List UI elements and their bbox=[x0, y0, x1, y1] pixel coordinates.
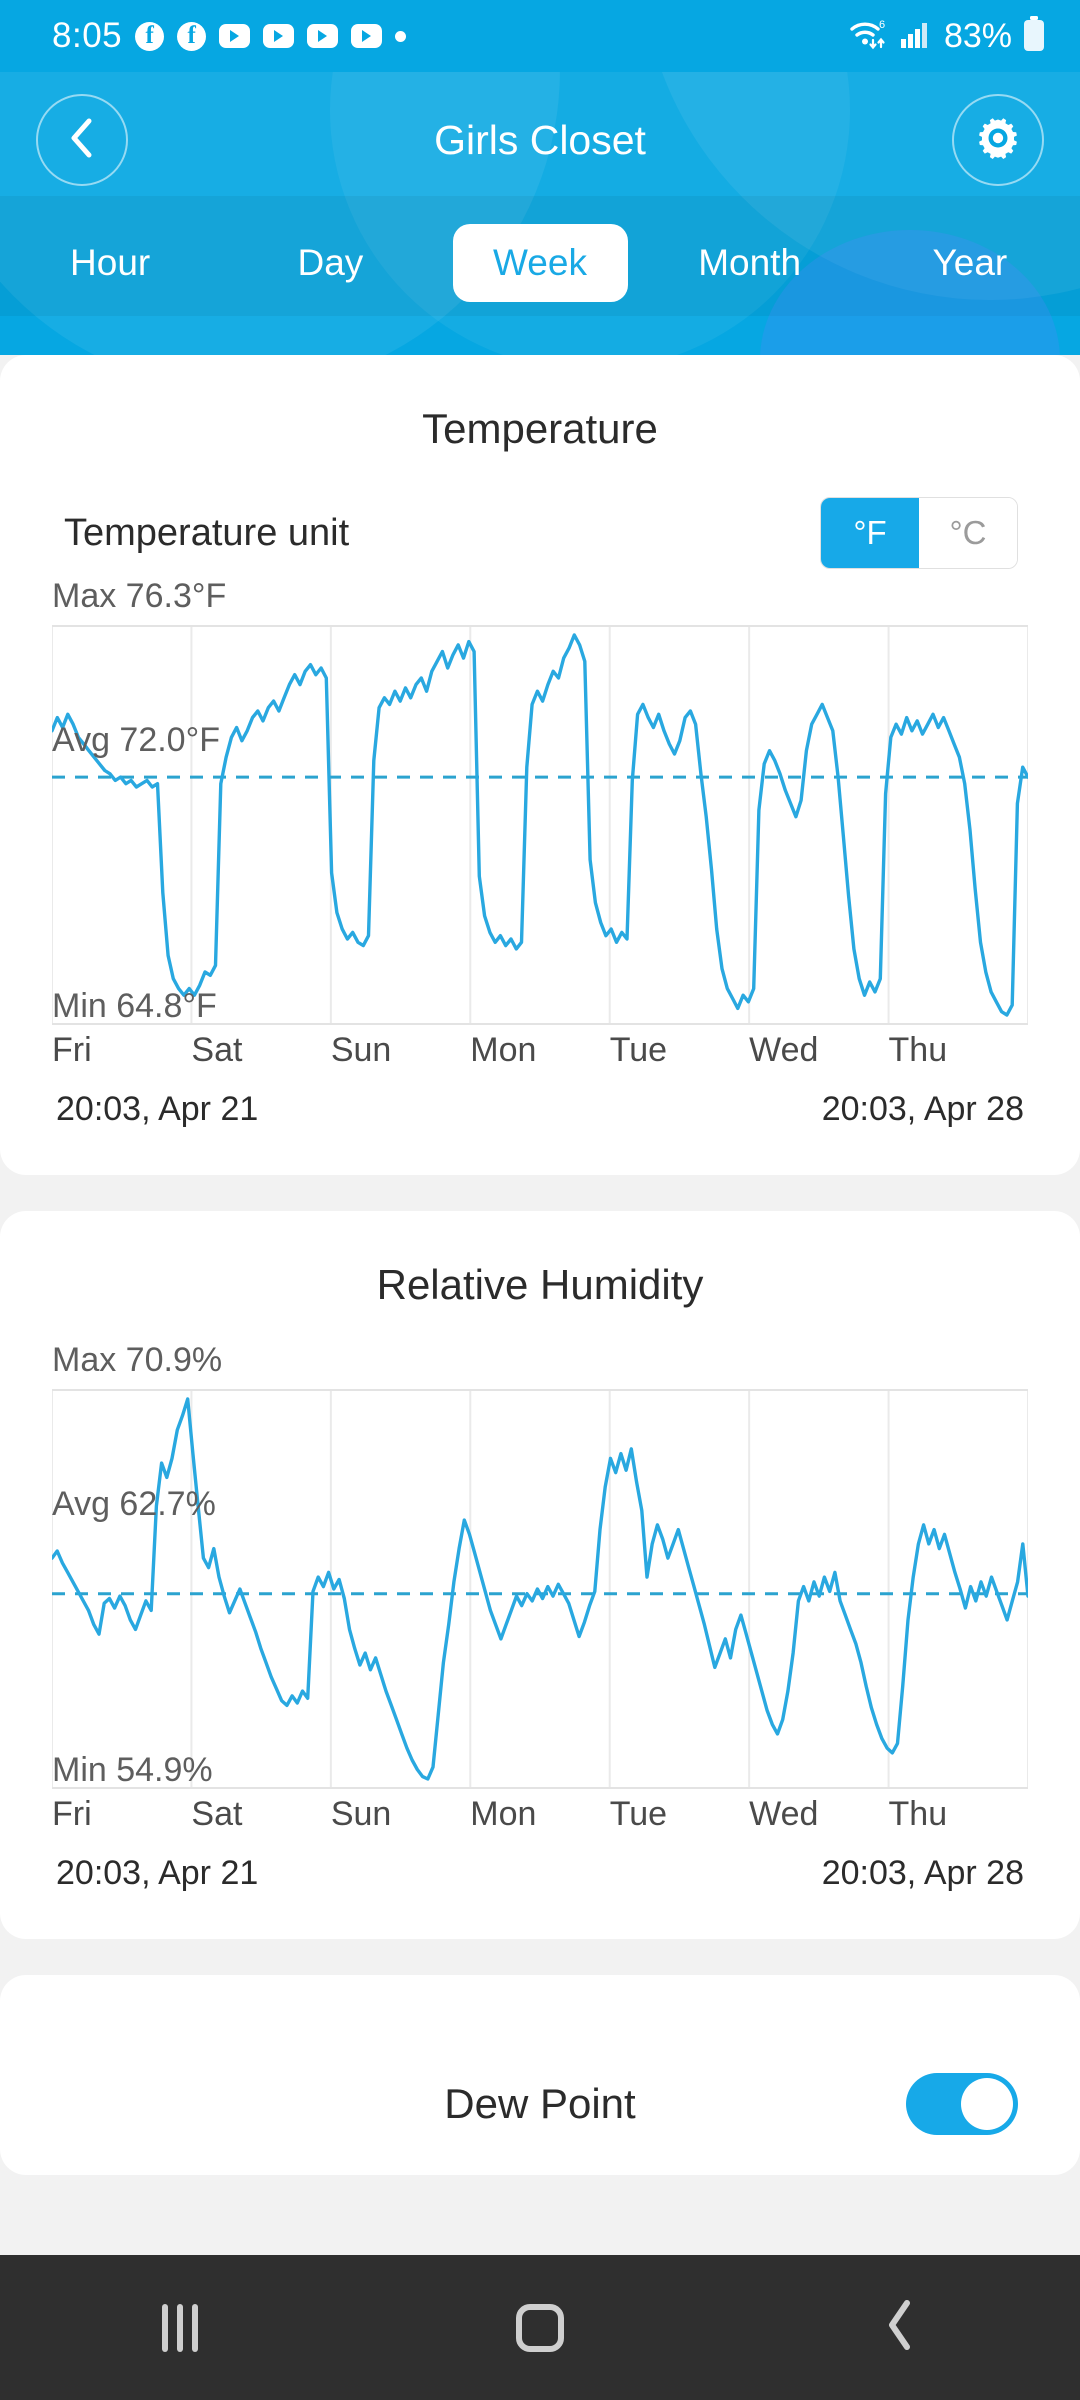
humidity-day-axis: Fri Sat Sun Mon Tue Wed Thu bbox=[52, 1789, 1028, 1834]
dew-point-header: Dew Point bbox=[0, 1975, 1080, 2135]
axis-day-label: Wed bbox=[749, 1031, 819, 1069]
dew-point-title: Dew Point bbox=[444, 2080, 636, 2127]
facebook-icon bbox=[135, 21, 165, 51]
youtube-icon bbox=[307, 24, 339, 48]
temperature-chart[interactable]: Max 76.3°F Avg 72.0°F Min 64.8°F bbox=[52, 569, 1028, 1025]
axis-day-label: Thu bbox=[888, 1795, 948, 1833]
temperature-range-start: 20:03, Apr 21 bbox=[56, 1090, 259, 1128]
temperature-card: Temperature Temperature unit °F °C Max 7… bbox=[0, 355, 1080, 1175]
humidity-plot bbox=[52, 1333, 1028, 1789]
status-clock: 8:05 bbox=[52, 16, 123, 55]
wifi-6-icon: 6 bbox=[848, 16, 890, 57]
tab-hour[interactable]: Hour bbox=[0, 213, 220, 313]
axis-day-label: Sun bbox=[330, 1795, 392, 1833]
card-divider bbox=[0, 1175, 1080, 1211]
tab-day[interactable]: Day bbox=[220, 213, 440, 313]
humidity-max-label: Max 70.9% bbox=[52, 1341, 223, 1379]
axis-day-label: Thu bbox=[888, 1031, 948, 1069]
axis-day-label: Tue bbox=[609, 1795, 668, 1833]
unit-option-fahrenheit[interactable]: °F bbox=[821, 498, 919, 568]
temperature-range-end: 20:03, Apr 28 bbox=[821, 1090, 1024, 1128]
temperature-unit-toggle[interactable]: °F °C bbox=[820, 497, 1018, 569]
temperature-unit-row: Temperature unit °F °C bbox=[0, 463, 1080, 569]
axis-day-label: Tue bbox=[609, 1031, 668, 1069]
cellular-signal-icon bbox=[900, 19, 934, 54]
temperature-unit-label: Temperature unit bbox=[64, 511, 350, 554]
unit-option-celsius[interactable]: °C bbox=[919, 498, 1017, 568]
temperature-max-label: Max 76.3°F bbox=[52, 577, 227, 615]
recents-button[interactable] bbox=[120, 2255, 240, 2400]
temperature-min-label: Min 64.8°F bbox=[52, 987, 217, 1025]
axis-day-label: Mon bbox=[470, 1031, 537, 1069]
axis-day-label: Sun bbox=[330, 1031, 392, 1069]
tab-week[interactable]: Week bbox=[452, 224, 628, 302]
youtube-icon bbox=[263, 24, 295, 48]
axis-day-label: Fri bbox=[52, 1795, 92, 1833]
tab-year[interactable]: Year bbox=[860, 213, 1080, 313]
humidity-range-start: 20:03, Apr 21 bbox=[56, 1854, 259, 1892]
humidity-range-end: 20:03, Apr 28 bbox=[821, 1854, 1024, 1892]
axis-day-label: Sat bbox=[191, 1031, 243, 1069]
home-icon bbox=[516, 2303, 564, 2352]
dot-icon bbox=[395, 30, 407, 42]
settings-button[interactable] bbox=[952, 94, 1044, 186]
app-bar: Girls Closet bbox=[0, 80, 1080, 200]
temperature-plot bbox=[52, 569, 1028, 1025]
status-bar-left: 8:05 bbox=[52, 16, 407, 56]
back-button[interactable] bbox=[36, 94, 128, 186]
youtube-icon bbox=[219, 24, 251, 48]
toggle-knob bbox=[961, 2078, 1013, 2130]
gear-icon bbox=[974, 114, 1022, 167]
humidity-title: Relative Humidity bbox=[376, 1261, 704, 1308]
temperature-title: Temperature bbox=[422, 405, 658, 452]
battery-icon bbox=[1022, 15, 1046, 57]
temperature-day-axis: Fri Sat Sun Mon Tue Wed Thu bbox=[52, 1025, 1028, 1070]
android-nav-bar bbox=[0, 2255, 1080, 2400]
humidity-min-label: Min 54.9% bbox=[52, 1751, 213, 1789]
axis-day-label: Wed bbox=[749, 1795, 819, 1833]
status-bar-right: 6 83% bbox=[848, 15, 1046, 57]
nav-back-button[interactable] bbox=[840, 2255, 960, 2400]
page-title: Girls Closet bbox=[434, 116, 646, 163]
chevron-left-icon bbox=[65, 116, 99, 165]
temperature-avg-label: Avg 72.0°F bbox=[52, 721, 220, 759]
content-scroll-area[interactable]: Temperature Temperature unit °F °C Max 7… bbox=[0, 355, 1080, 2305]
battery-percent-label: 83% bbox=[943, 16, 1012, 55]
card-divider bbox=[0, 1939, 1080, 1975]
axis-day-label: Mon bbox=[470, 1795, 537, 1833]
home-button[interactable] bbox=[480, 2255, 600, 2400]
temperature-range-row: 20:03, Apr 21 20:03, Apr 28 bbox=[56, 1070, 1024, 1175]
recents-icon bbox=[162, 2303, 198, 2352]
humidity-avg-label: Avg 62.7% bbox=[52, 1485, 216, 1523]
svg-text:6: 6 bbox=[879, 19, 885, 31]
dew-point-toggle[interactable] bbox=[906, 2073, 1018, 2135]
tab-month[interactable]: Month bbox=[640, 213, 860, 313]
youtube-icon bbox=[351, 24, 383, 48]
time-range-tabs: Hour Day Week Month Year bbox=[0, 213, 1080, 313]
humidity-card: Relative Humidity Max 70.9% Avg 62.7% Mi… bbox=[0, 1211, 1080, 1939]
status-bar: 8:05 6 83% bbox=[0, 0, 1080, 72]
axis-day-label: Fri bbox=[52, 1031, 92, 1069]
axis-day-label: Sat bbox=[191, 1795, 243, 1833]
dew-point-card: Dew Point bbox=[0, 1975, 1080, 2175]
humidity-range-row: 20:03, Apr 21 20:03, Apr 28 bbox=[56, 1834, 1024, 1939]
back-chevron-icon bbox=[883, 2299, 917, 2356]
humidity-chart[interactable]: Max 70.9% Avg 62.7% Min 54.9% bbox=[52, 1333, 1028, 1789]
facebook-icon bbox=[177, 21, 207, 51]
